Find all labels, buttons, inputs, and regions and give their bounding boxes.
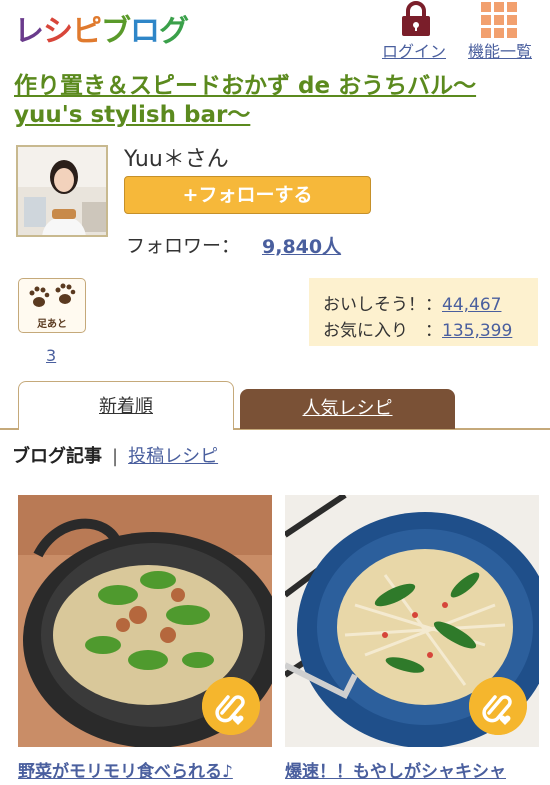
logo-char: ピ <box>72 14 102 49</box>
follower-label: フォロワー： <box>126 235 241 257</box>
site-header: レシピブログ ログイン 機能一覧 <box>0 0 550 70</box>
blog-articles-label: ブログ記事 <box>12 446 102 467</box>
login-label: ログイン <box>381 42 446 61</box>
recipe-photo[interactable] <box>285 495 539 747</box>
recipe-card[interactable]: 野菜がモリモリ食べられる♪ <box>18 495 272 782</box>
favorite-label: お気に入り ： <box>323 321 442 341</box>
lock-icon <box>402 1 430 36</box>
footprint-button[interactable]: 足あと <box>18 278 86 333</box>
tab-newest[interactable]: 新着順 <box>18 381 234 430</box>
logo-char: シ <box>43 14 73 49</box>
content-subnav: ブログ記事 | 投稿レシピ <box>12 442 218 468</box>
follower-count-link[interactable]: 9,840人 <box>262 232 341 259</box>
recipe-photo[interactable] <box>18 495 272 747</box>
favorite-row: お気に入り ：135,399 <box>323 316 512 341</box>
avatar[interactable] <box>16 145 108 237</box>
logo-char: ロ <box>130 14 160 49</box>
logo-char: グ <box>159 14 189 49</box>
logo-char: レ <box>14 14 44 49</box>
oishisou-label: おいしそう！： <box>323 295 442 315</box>
paw-icon <box>29 283 76 307</box>
oishisou-count-link[interactable]: 44,467 <box>442 295 501 315</box>
user-name: Yuu＊さん <box>124 147 229 172</box>
blog-title-link[interactable]: 作り置き＆スピードおかず de おうちバル〜yuu's stylish bar〜 <box>14 72 539 130</box>
recipe-title-link[interactable]: 野菜がモリモリ食べられる♪ <box>18 757 272 782</box>
stats-box: おいしそう！：44,467 お気に入り ：135,399 <box>309 278 538 346</box>
features-label: 機能一覧 <box>467 42 532 61</box>
favorite-count-link[interactable]: 135,399 <box>442 321 512 341</box>
recipe-card[interactable]: 爆速！！もやしがシャキシャ <box>285 495 539 782</box>
tab-popular-recipes[interactable]: 人気レシピ <box>240 389 455 429</box>
recipe-clip-icon[interactable] <box>202 677 260 735</box>
oishisou-row: おいしそう！：44,467 <box>323 290 501 315</box>
subnav-separator: | <box>112 446 119 467</box>
posted-recipes-link[interactable]: 投稿レシピ <box>128 446 218 467</box>
footprint-count-link[interactable]: 3 <box>46 346 56 365</box>
recipe-blog-logo[interactable]: レシピブログ <box>14 6 189 50</box>
avatar-photo <box>18 147 106 235</box>
recipe-clip-icon[interactable] <box>469 677 527 735</box>
recipe-title-link[interactable]: 爆速！！もやしがシャキシャ <box>285 757 539 782</box>
follow-button[interactable]: +フォローする <box>124 176 371 214</box>
grid-menu-icon <box>481 2 517 38</box>
footprint-label: 足あと <box>37 319 67 330</box>
logo-char: ブ <box>101 14 131 49</box>
